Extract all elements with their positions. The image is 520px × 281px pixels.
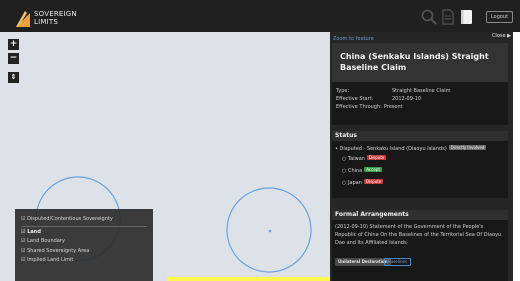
tag-unilateral-declaration[interactable]: Unilateral Declaration xyxy=(335,258,391,266)
dispute-badge: Dispute xyxy=(366,155,387,160)
party-row-china: ○ China Accept xyxy=(342,167,382,175)
brand-name: SOVEREIGN LIMITS xyxy=(34,10,77,26)
feature-panel: Zoom to feature Close ▶ China (Senkaku I… xyxy=(330,32,513,281)
formal-arrangements-heading: Formal Arrangements xyxy=(332,210,508,220)
legend-item-implied-land-limit[interactable]: ☑ Implied Land Limit xyxy=(21,256,147,266)
status-summary-text: Disputed - Senkaku Island (Diaoyu Island… xyxy=(339,146,447,152)
meta-label: Effective Start: xyxy=(336,96,374,102)
document-icon[interactable] xyxy=(442,9,454,25)
legend-item-land[interactable]: ☑ Land xyxy=(21,228,147,238)
accept-badge: Accept xyxy=(364,167,382,172)
meta-value: Straight Baseline Claim xyxy=(392,88,451,94)
feature-summary-card: China (Senkaku Islands) Straight Baselin… xyxy=(332,43,508,125)
formal-arrangements-card: Formal Arrangements (2012-09-10) Stateme… xyxy=(332,210,508,281)
island-marker xyxy=(268,229,272,233)
party-name: China xyxy=(347,168,363,174)
logout-button[interactable]: Logout xyxy=(486,11,513,23)
zoom-to-feature-link[interactable]: Zoom to feature xyxy=(333,36,374,42)
close-panel-button[interactable]: Close ▶ xyxy=(492,33,511,39)
legend-item-land-boundary[interactable]: ☑ Land Boundary xyxy=(21,237,147,247)
meta-label: Effective Through: xyxy=(336,104,382,110)
party-name: Taiwan xyxy=(347,156,365,162)
app-frame: SOVEREIGN LIMITS Logout + − ⇕ ☑ Disputed… xyxy=(0,0,520,281)
brand-line-2: LIMITS xyxy=(34,18,58,26)
layer-legend: ☑ Disputed/Contentious Sovereignty ☑ Lan… xyxy=(15,209,153,281)
party-row-japan: ○ Japan Dispute xyxy=(342,179,384,187)
logo[interactable]: SOVEREIGN LIMITS xyxy=(16,9,86,27)
meta-row-effective-start: Effective Start: 2012-09-10 xyxy=(336,95,421,103)
legend-item-shared-sovereignty[interactable]: ☑ Shared Sovereignty Area xyxy=(21,247,147,257)
dispute-badge: Dispute xyxy=(363,179,384,184)
status-heading: Status xyxy=(332,131,508,141)
meta-value: 2012-09-10 xyxy=(392,96,422,102)
logo-mark-icon xyxy=(16,11,30,27)
meta-label: Type: xyxy=(336,88,350,94)
directly-involved-badge: Directly Involved xyxy=(448,145,487,150)
status-card: Status • Disputed - Senkaku Island (Diao… xyxy=(332,131,508,198)
book-icon[interactable] xyxy=(460,9,474,25)
meta-row-effective-through: Effective Through: Present xyxy=(336,103,403,111)
party-row-taiwan: ○ Taiwan Dispute xyxy=(342,155,387,163)
map-view[interactable]: + − ⇕ ☑ Disputed/Contentious Sovereignty… xyxy=(0,32,330,281)
baseline-boundary-right xyxy=(226,187,312,273)
party-name: Japan xyxy=(347,180,362,186)
top-bar: SOVEREIGN LIMITS Logout xyxy=(0,0,520,32)
brand-line-1: SOVEREIGN xyxy=(34,10,77,18)
meta-value: Present xyxy=(383,104,403,110)
legend-divider xyxy=(21,225,147,227)
tag-baselines[interactable]: Baselines xyxy=(384,258,412,266)
status-summary: • Disputed - Senkaku Island (Diaoyu Isla… xyxy=(335,145,487,153)
zoom-out-button[interactable]: − xyxy=(8,53,19,64)
legend-item-disputed[interactable]: ☑ Disputed/Contentious Sovereignty xyxy=(21,215,147,225)
zoom-in-button[interactable]: + xyxy=(8,39,19,50)
formal-arrangement-text[interactable]: (2012-09-10) Statement of the Government… xyxy=(335,223,505,247)
search-icon[interactable] xyxy=(421,9,437,25)
feature-title-block: China (Senkaku Islands) Straight Baselin… xyxy=(332,43,508,82)
feature-title: China (Senkaku Islands) Straight Baselin… xyxy=(340,52,489,72)
reset-view-button[interactable]: ⇕ xyxy=(8,72,19,83)
meta-row-type: Type: Straight Baseline Claim xyxy=(336,87,451,95)
